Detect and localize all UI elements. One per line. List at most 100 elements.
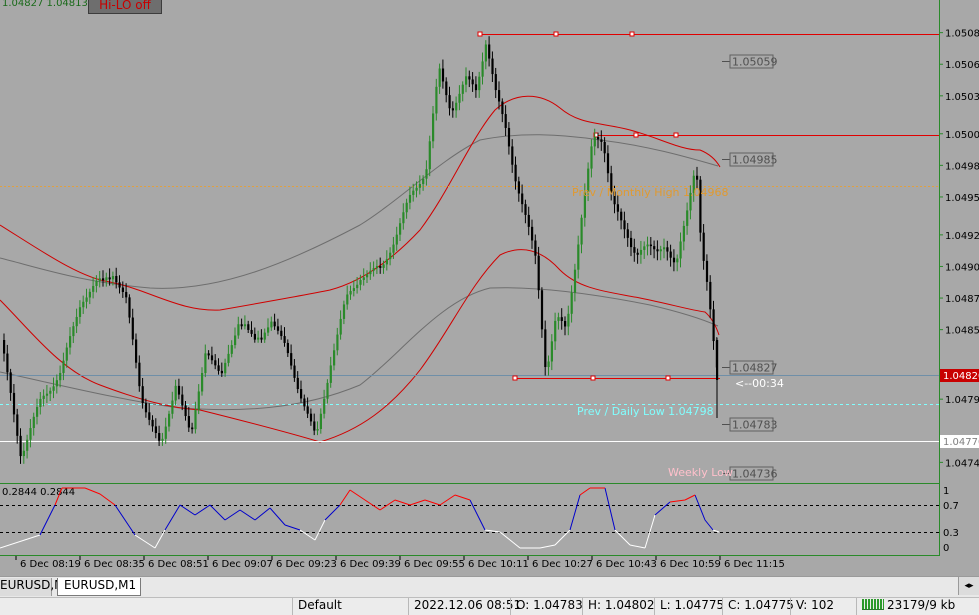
candle-bull <box>267 327 270 333</box>
candle-bull <box>98 278 101 281</box>
candle-bull <box>349 290 352 295</box>
candle-bull <box>263 332 266 340</box>
line-handle[interactable] <box>633 132 639 138</box>
candle-bear <box>511 146 514 165</box>
time-tick-label: 6 Dec 10:43 <box>596 559 657 570</box>
candle-bear <box>507 127 511 147</box>
status-close: C: 1.04775 <box>722 598 794 615</box>
candle-bear <box>597 137 600 140</box>
candle-bear <box>303 398 306 407</box>
candle-bull <box>29 428 32 440</box>
time-tick-label: 6 Dec 08:19 <box>20 559 81 570</box>
price-tick-label: 1.05035 <box>945 92 979 103</box>
level-box: 1.05059 <box>722 54 778 69</box>
candle-bear <box>606 153 610 174</box>
price-tick-label: 1.04795 <box>945 395 979 406</box>
candle-bear <box>187 416 190 428</box>
tab-eurusd-m1-background[interactable]: EURUSD,M1 <box>0 578 72 596</box>
candle-bear <box>115 276 118 283</box>
time-axis[interactable]: 6 Dec 08:19 6 Dec 08:35 6 Dec 08:51 6 Dec 0… <box>15 556 785 570</box>
candle-bull <box>326 382 329 399</box>
candle-bear <box>141 386 144 404</box>
candle-bull <box>402 212 405 224</box>
candle-bull <box>39 398 42 408</box>
price-tick-label: 1.04850 <box>945 326 979 337</box>
candle-bull <box>329 365 332 383</box>
candle-bull <box>356 284 359 289</box>
price-tick-label: 1.04900 <box>945 262 979 273</box>
candle-bull <box>590 146 593 169</box>
candle-bear <box>626 229 629 238</box>
tab-eurusd-m1-active[interactable]: EURUSD,M1 <box>57 578 141 596</box>
price-tick-label: 1.04925 <box>945 231 979 242</box>
candle-bull <box>385 259 388 265</box>
candle-bull <box>22 450 25 457</box>
candle-bull <box>42 395 45 399</box>
candle-bear <box>158 433 161 441</box>
candle-bull <box>85 297 88 302</box>
candle-bear <box>491 58 494 75</box>
candle-bull <box>92 285 95 292</box>
status-volume: V: 102 <box>790 598 856 615</box>
candle-bear <box>527 214 530 227</box>
chart-area[interactable]: 1.05059 1.04985 1.04827 1.04783 1.04736 … <box>0 0 979 614</box>
candle-bear <box>290 353 293 366</box>
candle-bull <box>458 93 461 103</box>
candle-bear <box>296 377 299 390</box>
candle-bull <box>362 277 365 280</box>
candle-bear <box>184 405 187 417</box>
hilo-toggle-button[interactable]: Hi-LO off <box>88 0 162 14</box>
candle-bear <box>16 414 19 436</box>
line-handle[interactable] <box>512 375 518 381</box>
candle-bear <box>273 321 276 327</box>
level-box-text: 1.04736 <box>732 468 778 481</box>
status-traffic: 23179/9 kb <box>856 598 979 615</box>
line-handle[interactable] <box>553 31 559 37</box>
candle-bear <box>250 329 253 334</box>
candle-bear <box>128 297 131 318</box>
candle-bear <box>540 290 544 330</box>
candle-bear <box>504 114 507 128</box>
line-handle[interactable] <box>673 132 679 138</box>
candle-countdown: <--00:34 <box>735 377 784 390</box>
candle-bear <box>649 244 652 247</box>
candle-bull <box>428 141 431 170</box>
weekly-low-label: Weekly Low <box>668 466 733 479</box>
candle-bear <box>623 220 626 230</box>
tab-scroll-arrows[interactable]: ◂▸ <box>958 577 979 595</box>
time-tick-label: 6 Dec 10:11 <box>468 559 529 570</box>
indicator-tick: 1 <box>943 486 949 497</box>
candle-bear <box>306 406 309 414</box>
candle-bear <box>108 277 111 280</box>
candle-bull <box>270 321 273 328</box>
candle-bull <box>399 223 402 235</box>
indicator-tick: 0.7 <box>943 501 959 512</box>
candle-bull <box>69 336 72 348</box>
candle-bear <box>135 339 138 363</box>
candle-bear <box>300 389 303 399</box>
indicator-background <box>0 484 939 556</box>
candle-bear <box>207 353 210 356</box>
candle-bull <box>369 270 372 275</box>
candle-bull <box>72 326 75 337</box>
line-handle[interactable] <box>590 375 596 381</box>
line-handle[interactable] <box>629 31 635 37</box>
candle-bull <box>686 210 689 226</box>
candle-bull <box>659 249 662 252</box>
line-handle[interactable] <box>477 31 483 37</box>
level-box: 1.04985 <box>722 152 778 167</box>
candle-bull <box>49 390 52 394</box>
level-box-text: 1.04783 <box>732 419 778 432</box>
indicator-header: 0.2844 0.2844 <box>2 487 75 498</box>
candle-bear <box>309 413 313 422</box>
candle-bear <box>3 340 6 354</box>
candle-bear <box>521 193 524 205</box>
candle-bear <box>488 44 491 59</box>
price-tick-label: 1.04745 <box>945 458 979 469</box>
candle-bear <box>471 79 474 85</box>
candle-bull <box>375 266 379 269</box>
line-handle[interactable] <box>665 375 671 381</box>
candle-bull <box>550 341 553 362</box>
candle-bear <box>702 232 705 261</box>
status-open: O: 1.04783 <box>510 598 583 615</box>
